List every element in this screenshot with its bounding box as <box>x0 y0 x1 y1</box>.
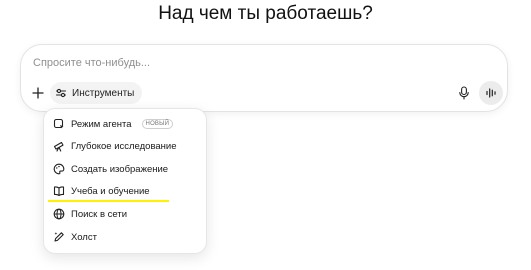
tools-button[interactable]: Инструменты <box>50 82 143 104</box>
new-badge: НОВЫЙ <box>141 119 174 129</box>
pen-icon <box>54 232 64 242</box>
audio-waveform-icon <box>486 88 496 98</box>
globe-icon <box>53 208 65 220</box>
plus-icon <box>32 87 44 99</box>
menu-item-label: Учеба и обучение <box>71 185 150 197</box>
menu-item-label: Создать изображение <box>71 163 169 175</box>
menu-item-agent-mode[interactable]: Режим агента НОВЫЙ <box>53 115 174 133</box>
agent-icon <box>53 118 64 129</box>
voice-mode-button[interactable] <box>479 81 503 105</box>
menu-item-create-image[interactable]: Создать изображение <box>53 160 168 178</box>
menu-item-label: Режим агента <box>71 118 132 130</box>
menu-item-web-search[interactable]: Поиск в сети <box>53 205 127 223</box>
telescope-icon <box>53 141 64 152</box>
menu-item-canvas[interactable]: Холст <box>53 228 97 246</box>
composer: Спросите что-нибудь... Инструменты <box>20 44 508 112</box>
tools-button-label: Инструменты <box>72 87 135 99</box>
highlight-underline <box>48 200 169 202</box>
tools-menu: Режим агента НОВЫЙ Глубокое исследование… <box>43 108 207 254</box>
prompt-input[interactable]: Спросите что-нибудь... <box>33 57 150 69</box>
dictate-button[interactable] <box>454 83 474 103</box>
add-attachment-button[interactable] <box>30 85 46 101</box>
menu-item-study-learn[interactable]: Учеба и обучение <box>53 182 150 200</box>
page-heading: Над чем ты работаешь? <box>158 3 373 24</box>
menu-item-label: Глубокое исследование <box>71 140 177 152</box>
book-icon <box>53 186 65 197</box>
microphone-icon <box>459 86 469 100</box>
palette-icon <box>53 163 65 175</box>
sliders-icon <box>55 88 67 98</box>
menu-item-deep-research[interactable]: Глубокое исследование <box>53 137 177 155</box>
menu-item-label: Поиск в сети <box>71 208 128 220</box>
menu-item-label: Холст <box>71 231 97 243</box>
